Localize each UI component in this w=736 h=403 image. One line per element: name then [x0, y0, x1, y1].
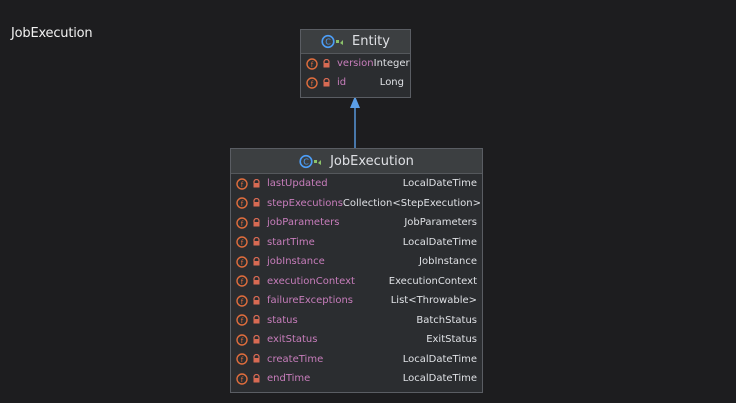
- diagram-page: JobExecution C Entity f version Integer …: [0, 0, 736, 403]
- jobexecution-field-row: f startTime LocalDateTime: [231, 233, 482, 253]
- svg-text:C: C: [303, 157, 309, 166]
- svg-text:f: f: [241, 337, 244, 345]
- lock-icon: [252, 315, 261, 325]
- lock-icon: [252, 354, 261, 364]
- lock-icon: [252, 334, 261, 345]
- field-name: startTime: [267, 236, 315, 248]
- svg-text:f: f: [241, 220, 244, 228]
- jobexecution-field-row: f endTime LocalDateTime: [231, 369, 482, 389]
- field-type: LocalDateTime: [402, 353, 477, 365]
- field-type: Collection<StepExecution>: [342, 197, 481, 209]
- lock-icon: [252, 198, 261, 208]
- class-icon: C: [299, 154, 323, 169]
- field-name: lastUpdated: [267, 178, 328, 190]
- field-type: LocalDateTime: [402, 373, 477, 385]
- svg-text:f: f: [241, 181, 244, 189]
- field-icon: f: [236, 353, 248, 365]
- entity-field-row: f id Long: [301, 73, 410, 92]
- field-icon: f: [306, 76, 318, 89]
- entity-class-box[interactable]: C Entity f version Integer f id Long: [300, 29, 411, 98]
- lock-icon: [322, 77, 331, 88]
- jobexecution-field-row: f exitStatus ExitStatus: [231, 330, 482, 350]
- svg-text:f: f: [241, 278, 244, 286]
- field-icon: f: [236, 295, 248, 307]
- field-type: LocalDateTime: [402, 236, 477, 248]
- jobexecution-field-row: f status BatchStatus: [231, 311, 482, 331]
- svg-text:f: f: [241, 298, 244, 306]
- field-type: JobInstance: [419, 256, 477, 268]
- field-icon: f: [236, 236, 248, 248]
- field-name: exitStatus: [267, 334, 318, 346]
- field-name: stepExecutions: [267, 197, 343, 209]
- jobexecution-field-row: f executionContext ExecutionContext: [231, 272, 482, 292]
- field-name: jobInstance: [267, 256, 325, 268]
- svg-text:C: C: [325, 38, 331, 47]
- jobexecution-field-row: f lastUpdated LocalDateTime: [231, 174, 482, 194]
- field-name: executionContext: [267, 275, 355, 287]
- field-name: version: [337, 58, 374, 69]
- svg-text:f: f: [241, 259, 244, 267]
- field-name: createTime: [267, 353, 324, 365]
- field-icon: f: [236, 178, 248, 190]
- field-icon: f: [236, 217, 248, 229]
- field-type: List<Throwable>: [390, 295, 477, 307]
- lock-icon: [252, 276, 261, 286]
- lock-icon: [252, 373, 261, 384]
- jobexecution-class-name: JobExecution: [330, 153, 414, 169]
- field-type: ExecutionContext: [388, 275, 477, 287]
- field-type: LocalDateTime: [402, 178, 477, 190]
- field-name: status: [267, 314, 298, 326]
- lock-icon: [252, 237, 261, 247]
- svg-text:f: f: [241, 200, 244, 208]
- jobexecution-field-row: f jobInstance JobInstance: [231, 252, 482, 272]
- field-name: failureExceptions: [267, 295, 354, 307]
- class-icon: C: [321, 34, 345, 49]
- jobexecution-field-row: f failureExceptions List<Throwable>: [231, 291, 482, 311]
- svg-text:f: f: [241, 376, 244, 384]
- field-type: JobParameters: [404, 217, 477, 229]
- lock-icon: [252, 295, 261, 306]
- entity-field-row: f version Integer: [301, 54, 410, 73]
- field-icon: f: [236, 256, 248, 268]
- svg-text:f: f: [311, 79, 314, 87]
- field-icon: f: [306, 57, 318, 70]
- field-icon: f: [236, 275, 248, 287]
- field-type: BatchStatus: [416, 314, 477, 326]
- entity-class-name: Entity: [352, 34, 390, 49]
- field-type: ExitStatus: [426, 334, 477, 346]
- field-name: endTime: [267, 373, 311, 385]
- lock-icon: [252, 217, 261, 228]
- lock-icon: [322, 58, 331, 69]
- field-icon: f: [236, 314, 248, 326]
- entity-class-header: C Entity: [301, 30, 410, 54]
- field-name: jobParameters: [267, 217, 340, 229]
- lock-icon: [252, 178, 261, 189]
- jobexecution-field-row: f createTime LocalDateTime: [231, 350, 482, 370]
- field-icon: f: [236, 334, 248, 346]
- jobexecution-class-header: C JobExecution: [231, 149, 482, 174]
- svg-text:f: f: [241, 317, 244, 325]
- field-type: Integer: [373, 58, 410, 69]
- field-icon: f: [236, 197, 248, 209]
- svg-text:f: f: [311, 60, 314, 68]
- jobexecution-class-box[interactable]: C JobExecution f lastUpdated LocalDateTi…: [230, 148, 483, 393]
- jobexecution-field-row: f stepExecutions Collection<StepExecutio…: [231, 194, 482, 214]
- lock-icon: [252, 256, 261, 267]
- jobexecution-field-row: f jobParameters JobParameters: [231, 213, 482, 233]
- svg-text:f: f: [241, 356, 244, 364]
- svg-text:f: f: [241, 239, 244, 247]
- field-icon: f: [236, 373, 248, 385]
- field-type: Long: [379, 77, 404, 88]
- field-name: id: [337, 77, 347, 88]
